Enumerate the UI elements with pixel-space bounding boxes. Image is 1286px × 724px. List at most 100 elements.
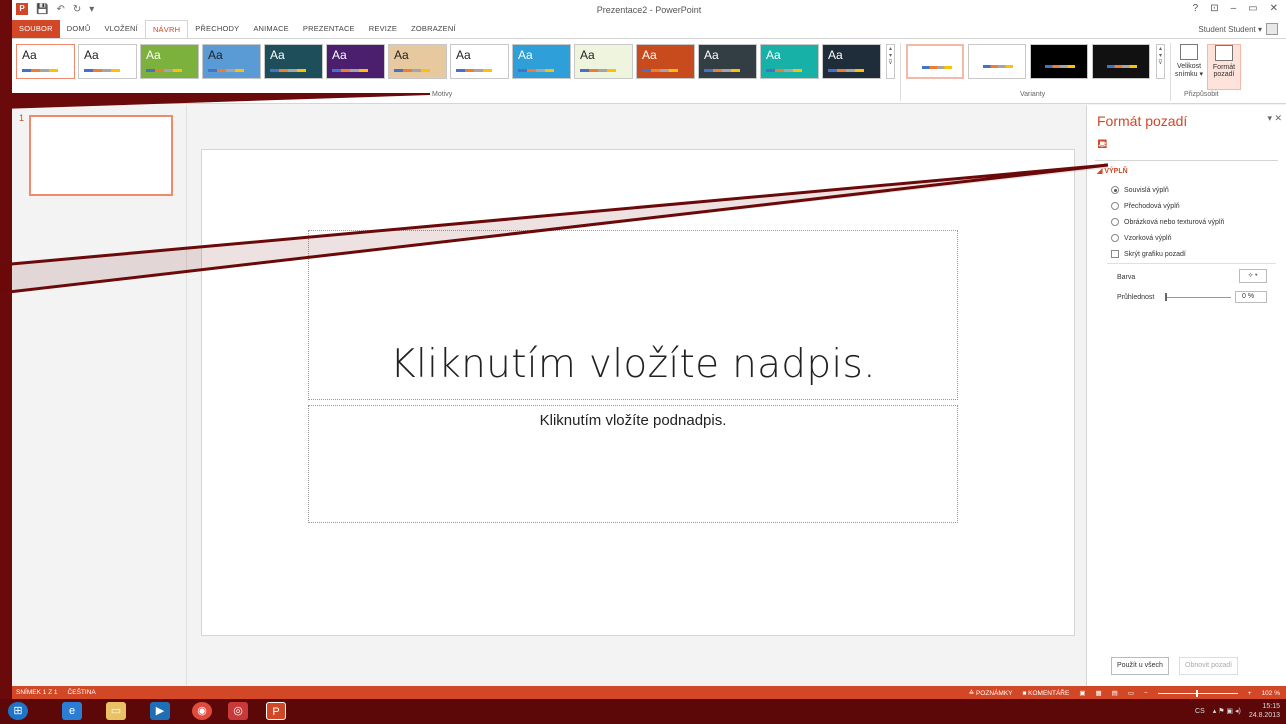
tab-review[interactable]: REVIZE	[362, 20, 404, 38]
fill-option-pattern[interactable]: Vzorková výplň	[1111, 234, 1171, 242]
reset-background-button[interactable]: Obnovit pozadí	[1179, 657, 1239, 675]
tab-transitions[interactable]: PŘECHODY	[188, 20, 246, 38]
file-explorer-icon[interactable]: ▭	[106, 702, 126, 720]
theme-thumbnail[interactable]: Aa	[512, 44, 571, 79]
input-language[interactable]: CS	[1195, 708, 1205, 715]
tab-animations[interactable]: ANIMACE	[246, 20, 296, 38]
tab-view[interactable]: ZOBRAZENÍ	[404, 20, 463, 38]
chrome-icon[interactable]: ◉	[192, 702, 212, 720]
gallery-more-button[interactable]: ▴ ▾ ⊽	[886, 44, 895, 79]
minimize-icon[interactable]: –	[1231, 3, 1237, 14]
zoom-slider-thumb[interactable]	[1195, 689, 1198, 697]
clock[interactable]: 15:15 24.8.2013	[1249, 702, 1280, 720]
slide-size-button[interactable]: Velikost snímku ▾	[1172, 44, 1206, 90]
pane-title: Formát pozadí	[1097, 113, 1188, 129]
app-icon[interactable]: ◎	[228, 702, 248, 720]
radio-icon[interactable]	[1111, 234, 1119, 242]
internet-explorer-icon[interactable]: e	[62, 702, 82, 720]
pane-close-icon[interactable]: ▾ ✕	[1267, 113, 1282, 124]
radio-icon[interactable]	[1111, 202, 1119, 210]
transparency-slider-thumb[interactable]	[1165, 293, 1167, 301]
zoom-in-icon[interactable]: +	[1248, 690, 1252, 697]
slide-sorter-icon[interactable]: ▦	[1096, 689, 1102, 697]
color-picker-button[interactable]: ⟡ ▾	[1239, 269, 1267, 283]
variant-color-bar	[1045, 65, 1075, 68]
theme-thumbnail[interactable]: Aa	[16, 44, 75, 79]
format-background-button[interactable]: Formát pozadí	[1207, 44, 1241, 90]
tab-insert[interactable]: VLOŽENÍ	[97, 20, 145, 38]
fill-option-label: Obrázková nebo texturová výplň	[1124, 218, 1225, 226]
language-indicator[interactable]: ČEŠTINA	[68, 689, 96, 696]
slide-canvas[interactable]: Kliknutím vložíte nadpis. Kliknutím vlož…	[201, 149, 1075, 636]
normal-view-icon[interactable]: ▣	[1079, 689, 1085, 697]
theme-thumbnail[interactable]: Aa	[574, 44, 633, 79]
radio-icon[interactable]	[1111, 218, 1119, 226]
start-button-icon[interactable]: ⊞	[8, 702, 28, 720]
close-icon[interactable]: ✕	[1270, 3, 1278, 14]
variant-thumbnail[interactable]	[906, 44, 964, 79]
hide-background-graphics[interactable]: Skrýt grafiku pozadí	[1111, 250, 1186, 258]
comments-button[interactable]: ■ KOMENTÁŘE	[1022, 690, 1069, 697]
theme-thumbnail[interactable]: Aa	[78, 44, 137, 79]
zoom-level[interactable]: 102 %	[1262, 690, 1280, 697]
fill-option-picture[interactable]: Obrázková nebo texturová výplň	[1111, 218, 1224, 226]
theme-thumbnail[interactable]: Aa	[450, 44, 509, 79]
theme-thumbnail[interactable]: Aa	[760, 44, 819, 79]
variant-thumbnail[interactable]	[1092, 44, 1150, 79]
checkbox-icon[interactable]	[1111, 250, 1119, 258]
notes-button[interactable]: ≙ POZNÁMKY	[969, 689, 1013, 697]
zoom-slider[interactable]	[1157, 689, 1238, 697]
slide-size-icon	[1180, 44, 1198, 60]
theme-aa-label: Aa	[456, 48, 471, 62]
tab-home[interactable]: DOMŮ	[60, 20, 98, 38]
variant-thumbnail[interactable]	[968, 44, 1026, 79]
reading-view-icon[interactable]: ▤	[1112, 689, 1118, 697]
theme-thumbnail[interactable]: Aa	[822, 44, 881, 79]
radio-icon[interactable]	[1111, 186, 1119, 194]
theme-color-bar	[332, 69, 368, 72]
fill-option-label: Vzorková výplň	[1124, 234, 1172, 242]
thumbnail-number: 1	[19, 113, 25, 123]
pane-divider	[1107, 263, 1276, 264]
media-player-icon[interactable]: ▶	[150, 702, 170, 720]
powerpoint-taskbar-icon[interactable]: P	[266, 702, 286, 720]
window-title: Prezentace2 - PowerPoint	[596, 5, 702, 15]
slide-thumbnails-pane: 1	[12, 105, 186, 686]
apply-to-all-button[interactable]: Použít u všech	[1111, 657, 1169, 675]
theme-thumbnail[interactable]: Aa	[264, 44, 323, 79]
clock-date: 24.8.2013	[1248, 712, 1280, 719]
user-account[interactable]: Student Student ▾	[1198, 23, 1278, 35]
variant-color-bar	[1107, 65, 1137, 68]
slide-thumbnail[interactable]	[29, 115, 173, 196]
variants-more-button[interactable]: ▴ ▾ ⊽	[1156, 44, 1165, 79]
fill-option-gradient[interactable]: Přechodová výplň	[1111, 202, 1180, 210]
theme-color-bar	[146, 69, 182, 72]
paint-bucket-icon[interactable]: ⛾	[1097, 136, 1108, 154]
fill-option-solid[interactable]: Souvislá výplň	[1111, 186, 1169, 194]
title-placeholder[interactable]: Kliknutím vložíte nadpis.	[308, 230, 958, 400]
ribbon-display-icon[interactable]: ⊡	[1210, 3, 1218, 14]
transparency-input[interactable]: 0 %	[1235, 291, 1267, 303]
variant-thumbnail[interactable]	[1030, 44, 1088, 79]
fill-section-header[interactable]: ◢ VÝPLŇ	[1097, 167, 1128, 175]
tray-icons[interactable]: ▴ ⚑ ▣ ◂)	[1213, 707, 1241, 715]
tab-slideshow[interactable]: PREZENTACE	[296, 20, 362, 38]
subtitle-placeholder[interactable]: Kliknutím vložíte podnadpis.	[308, 405, 958, 523]
status-bar: SNÍMEK 1 Z 1 ČEŠTINA ≙ POZNÁMKY ■ KOMENT…	[12, 686, 1286, 699]
theme-thumbnail[interactable]: Aa	[202, 44, 261, 79]
slide-size-label-1: Velikost	[1176, 63, 1202, 70]
maximize-icon[interactable]: ▭	[1248, 3, 1257, 14]
pane-divider	[1095, 160, 1278, 161]
tab-design[interactable]: NÁVRH	[144, 20, 189, 38]
theme-thumbnail[interactable]: Aa	[636, 44, 695, 79]
slideshow-icon[interactable]: ▭	[1128, 689, 1134, 697]
help-icon[interactable]: ?	[1193, 3, 1199, 14]
theme-thumbnail[interactable]: Aa	[140, 44, 199, 79]
theme-thumbnail[interactable]: Aa	[698, 44, 757, 79]
zoom-out-icon[interactable]: −	[1144, 690, 1148, 697]
transparency-slider[interactable]	[1165, 297, 1231, 298]
theme-thumbnail[interactable]: Aa	[326, 44, 385, 79]
user-name: Student Student ▾	[1198, 24, 1262, 34]
theme-thumbnail[interactable]: Aa	[388, 44, 447, 79]
tab-file[interactable]: SOUBOR	[12, 20, 60, 38]
